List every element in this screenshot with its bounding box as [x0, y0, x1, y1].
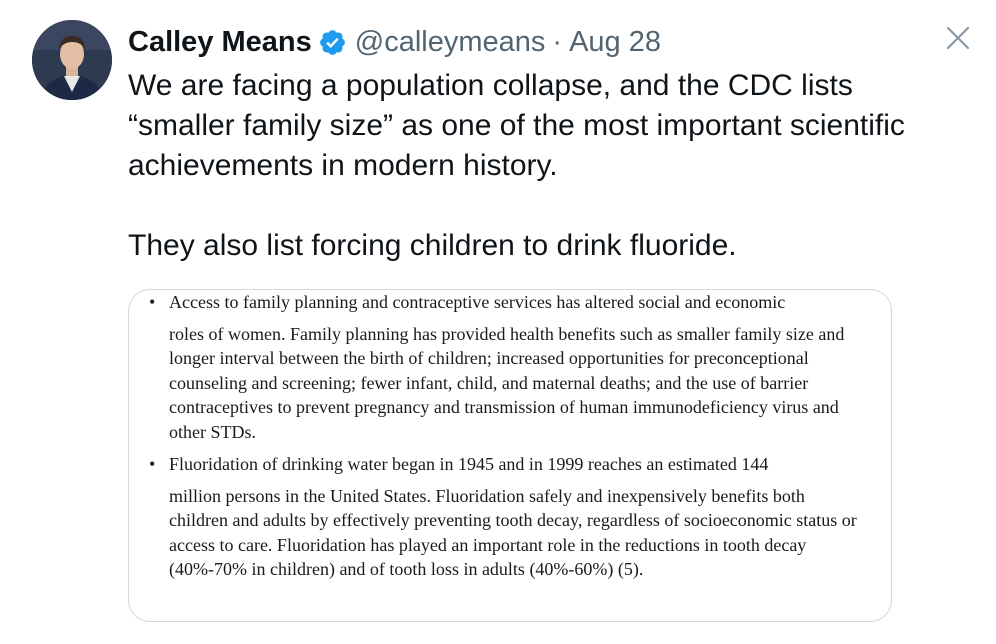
avatar[interactable]: [32, 20, 112, 100]
paragraph-spacer: [128, 186, 918, 226]
tweet-text: We are facing a population collapse, and…: [128, 66, 918, 266]
bullet-body: roles of women. Family planning has prov…: [169, 323, 845, 442]
media-image[interactable]: • Access to family planning and contrace…: [128, 289, 892, 622]
close-button[interactable]: [942, 22, 974, 54]
bullet-first-line: Access to family planning and contracept…: [169, 292, 786, 312]
header-separator: ·: [552, 25, 563, 58]
author-handle[interactable]: @calleymeans: [355, 26, 546, 59]
document-excerpt: • Access to family planning and contrace…: [145, 290, 865, 582]
bullet-marker: •: [149, 292, 156, 312]
document-bullet-item: • Access to family planning and contrace…: [145, 290, 865, 444]
author-name[interactable]: Calley Means: [128, 26, 312, 59]
bullet-first-line: Fluoridation of drinking water began in …: [169, 454, 769, 474]
bullet-marker: •: [149, 454, 156, 474]
document-bullet-item: • Fluoridation of drinking water began i…: [145, 452, 865, 582]
bullet-body: million persons in the United States. Fl…: [169, 485, 857, 580]
tweet-paragraph: We are facing a population collapse, and…: [128, 69, 905, 182]
tweet-date[interactable]: Aug 28: [569, 26, 661, 59]
avatar-photo: [32, 20, 112, 100]
tweet-header: Calley Means @calleymeans · Aug 28: [128, 24, 661, 60]
verified-badge-icon: [318, 28, 347, 57]
close-icon: [946, 26, 970, 50]
tweet-paragraph: They also list forcing children to drink…: [128, 229, 737, 262]
